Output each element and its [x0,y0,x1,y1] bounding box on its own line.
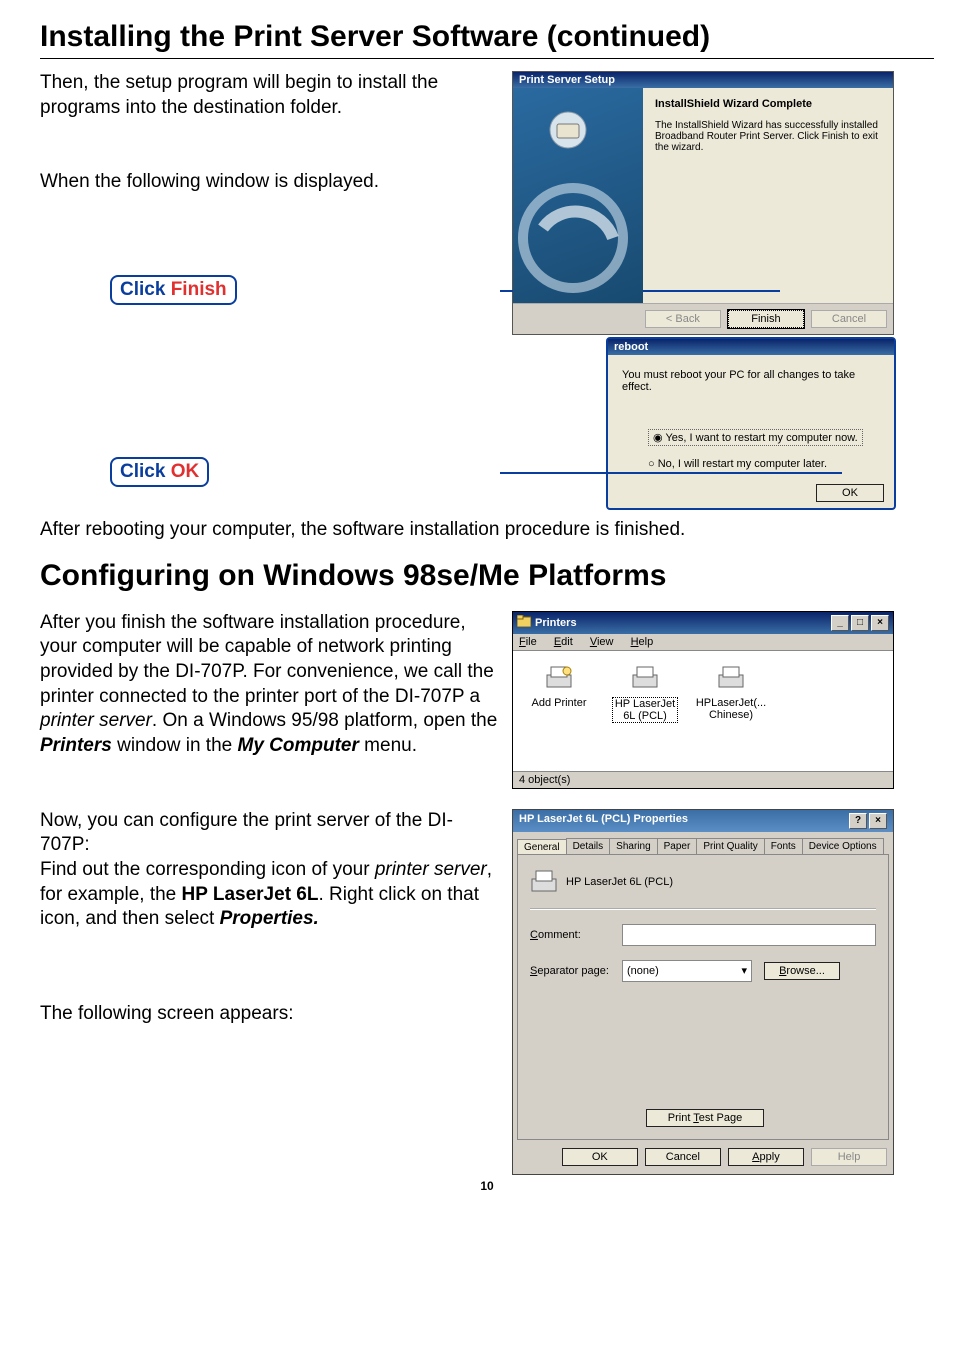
radio-restart-later[interactable]: ○ No, I will restart my computer later. [648,458,880,470]
printers-title-text: Printers [535,617,577,629]
menubar: File Edit View Help [513,634,893,651]
browse-button[interactable]: Browse... [764,962,840,980]
callout-text: Click [120,279,171,300]
cancel-button[interactable]: Cancel [645,1148,721,1166]
page-number: 10 [40,1179,934,1193]
menu-edit[interactable]: Edit [554,636,573,648]
chevron-down-icon: ▾ [741,964,747,977]
callout-highlight: Finish [171,279,227,300]
tab-sharing[interactable]: Sharing [609,838,657,854]
radio-selected-icon: ◉ [653,432,665,444]
wizard-heading: InstallShield Wizard Complete [655,98,881,110]
icon-label: HPLaserJet(... [696,697,766,709]
tab-print-quality[interactable]: Print Quality [696,838,764,854]
icon-label: Add Printer [523,697,595,709]
radio-label: Yes, I want to restart my computer now. [665,432,857,444]
reboot-titlebar: reboot [608,339,894,355]
icon-label: HP LaserJet [615,698,675,710]
wizard-titlebar: Print Server Setup [513,72,893,88]
help-button[interactable]: ? [849,813,867,829]
printer-hp-laserjet-chinese[interactable]: HPLaserJet(...Chinese) [695,661,767,721]
wizard-text: The InstallShield Wizard has successfull… [655,120,878,153]
menu-view[interactable]: View [590,636,614,648]
close-button[interactable]: × [869,813,887,829]
status-bar: 4 object(s) [513,771,893,788]
screen-appears-paragraph: The following screen appears: [40,1002,500,1027]
menu-file[interactable]: File [519,636,537,648]
printers-window: Printers _ □ × File Edit View Help Add P… [512,611,894,789]
comment-label: Comment: [530,929,614,941]
icon-label: 6L (PCL) [623,710,667,722]
callout-click-finish: Click Finish [110,275,237,305]
printers-folder-icon [517,615,531,630]
comment-field[interactable] [622,924,876,946]
callout-highlight: OK [171,461,200,482]
apply-button[interactable]: Apply [728,1148,804,1166]
installshield-wizard-window: Print Server Setup InstallShield Wizard … [512,71,894,335]
reboot-message: You must reboot your PC for all changes … [622,369,880,393]
tab-paper[interactable]: Paper [657,838,698,854]
tab-strip: General Details Sharing Paper Print Qual… [513,832,893,854]
tab-device-options[interactable]: Device Options [802,838,884,854]
add-printer-icon[interactable]: Add Printer [523,661,595,709]
help-button[interactable]: Help [811,1148,887,1166]
config-paragraph: After you finish the software installati… [40,611,500,759]
radio-unselected-icon: ○ [648,458,658,470]
back-button[interactable]: < Back [645,310,721,328]
menu-help[interactable]: Help [631,636,654,648]
callout-text: Click [120,461,171,482]
tab-details[interactable]: Details [566,838,611,854]
cancel-button[interactable]: Cancel [811,310,887,328]
close-button[interactable]: × [871,615,889,631]
icon-label: Chinese) [709,709,753,721]
wizard-banner [513,88,643,303]
printer-icon [530,867,558,898]
ok-button[interactable]: OK [562,1148,638,1166]
minimize-button[interactable]: _ [831,615,849,631]
callout-click-ok: Click OK [110,457,209,487]
maximize-button[interactable]: □ [851,615,869,631]
page-title: Installing the Print Server Software (co… [40,20,934,59]
ok-button[interactable]: OK [816,484,884,502]
printer-hp-laserjet-6l[interactable]: HP LaserJet6L (PCL) [609,661,681,723]
props-title-text: HP LaserJet 6L (PCL) Properties [519,813,688,829]
radio-label: No, I will restart my computer later. [658,458,827,470]
configure-paragraph: Now, you can configure the print server … [40,809,500,932]
intro-paragraph-1: Then, the setup program will begin to in… [40,71,500,120]
tab-general[interactable]: General [517,839,567,855]
intro-paragraph-2: When the following window is displayed. [40,170,500,195]
dropdown-value: (none) [627,965,659,977]
reboot-dialog: reboot You must reboot your PC for all c… [606,337,896,510]
after-reboot-paragraph: After rebooting your computer, the softw… [40,518,934,543]
section-heading: Configuring on Windows 98se/Me Platforms [40,559,934,593]
separator-dropdown[interactable]: (none) ▾ [622,960,752,982]
separator-label: Separator page: [530,965,614,977]
radio-restart-now[interactable]: ◉ Yes, I want to restart my computer now… [648,429,863,446]
printer-name: HP LaserJet 6L (PCL) [566,876,673,888]
tab-fonts[interactable]: Fonts [764,838,803,854]
printer-properties-dialog: HP LaserJet 6L (PCL) Properties ? × Gene… [512,809,894,1175]
print-test-page-button[interactable]: Print Test Page [646,1109,764,1127]
finish-button[interactable]: Finish [728,310,804,328]
